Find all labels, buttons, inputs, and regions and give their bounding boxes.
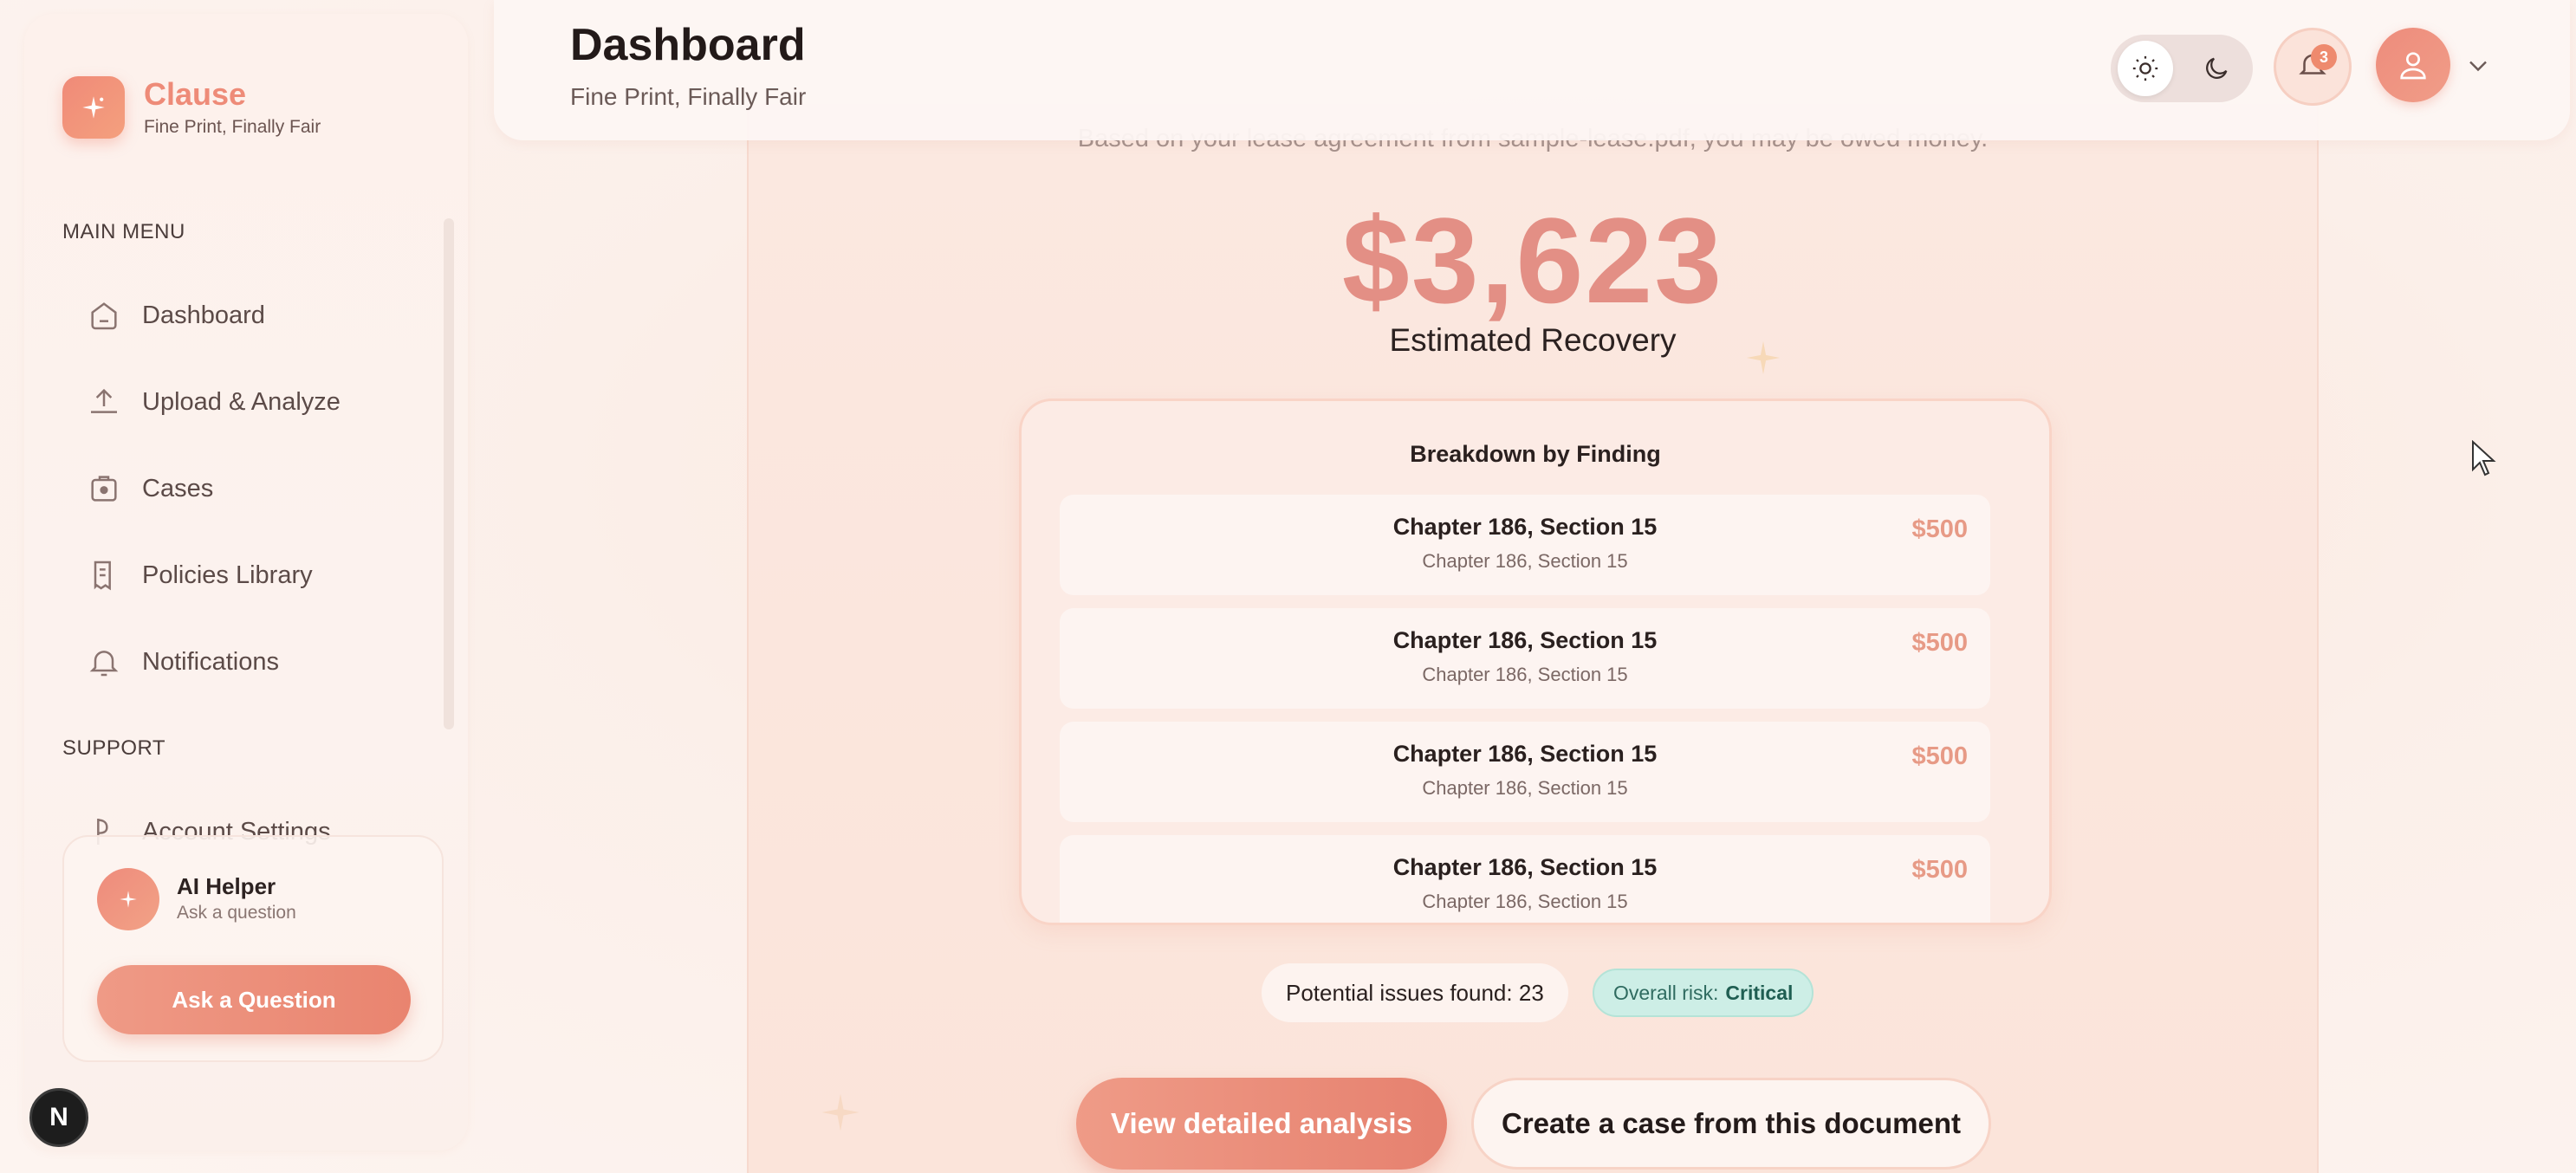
finding-subtitle: Chapter 186, Section 15: [1422, 550, 1628, 572]
issues-found-count: 23: [1518, 979, 1544, 1006]
notification-count-badge: 3: [2311, 44, 2337, 70]
finding-amount: $500: [1911, 515, 1968, 543]
sidebar-item-label: Dashboard: [142, 301, 265, 329]
risk-value: Critical: [1725, 981, 1794, 1004]
main-menu-label: MAIN MENU: [62, 220, 185, 243]
page-title: Dashboard: [570, 20, 806, 70]
create-case-button[interactable]: Create a case from this document: [1471, 1078, 1991, 1170]
sparkle-decoration-icon: [1743, 338, 1783, 382]
document-icon: [85, 556, 123, 594]
finding-row[interactable]: Chapter 186, Section 15 Chapter 186, Sec…: [1060, 608, 1990, 709]
ai-helper-title: AI Helper: [177, 873, 276, 899]
finding-title: Chapter 186, Section 15: [1392, 854, 1658, 880]
sidebar-scrollbar[interactable]: [444, 218, 454, 729]
finding-amount: $500: [1911, 629, 1968, 657]
sidebar-item-notifications[interactable]: Notifications: [85, 636, 279, 688]
finding-subtitle: Chapter 186, Section 15: [1422, 891, 1628, 912]
moon-icon[interactable]: [2189, 41, 2244, 96]
finding-row[interactable]: Chapter 186, Section 15 Chapter 186, Sec…: [1060, 835, 1990, 923]
risk-badge: Overall risk: Critical: [1593, 969, 1814, 1017]
breakdown-title: Breakdown by Finding: [1410, 441, 1661, 467]
sidebar-item-label: Upload & Analyze: [142, 387, 341, 416]
user-avatar-button[interactable]: [2376, 28, 2450, 102]
finding-subtitle: Chapter 186, Section 15: [1422, 777, 1628, 799]
breakdown-panel[interactable]: Breakdown by Finding Chapter 186, Sectio…: [1019, 399, 2052, 925]
mouse-cursor-icon: [2471, 439, 2499, 483]
finding-title: Chapter 186, Section 15: [1392, 627, 1658, 653]
sidebar: Clause Fine Print, Finally Fair MAIN MEN…: [24, 14, 468, 1150]
finding-subtitle: Chapter 186, Section 15: [1422, 664, 1628, 685]
issues-found-label: Potential issues found:: [1286, 979, 1513, 1006]
sidebar-item-policies[interactable]: Policies Library: [85, 549, 313, 601]
finding-row[interactable]: Chapter 186, Section 15 Chapter 186, Sec…: [1060, 722, 1990, 822]
home-icon: [85, 296, 123, 334]
issues-found-pill: Potential issues found: 23: [1262, 963, 1568, 1022]
finding-row[interactable]: Chapter 186, Section 15 Chapter 186, Sec…: [1060, 495, 1990, 595]
upload-icon: [85, 383, 123, 421]
theme-toggle[interactable]: [2111, 35, 2253, 102]
ai-helper-card: AI Helper Ask a question Ask a Question: [62, 835, 444, 1062]
chevron-down-icon[interactable]: [2462, 50, 2494, 81]
notifications-button[interactable]: 3: [2274, 28, 2352, 106]
ask-question-button[interactable]: Ask a Question: [97, 965, 411, 1034]
brand[interactable]: Clause Fine Print, Finally Fair: [62, 76, 321, 139]
sidebar-item-label: Policies Library: [142, 561, 313, 589]
cases-icon: [85, 470, 123, 508]
brand-tagline: Fine Print, Finally Fair: [144, 117, 321, 137]
finding-title: Chapter 186, Section 15: [1392, 514, 1658, 540]
recovery-card: Based on your lease agreement from sampl…: [747, 104, 2319, 1173]
sidebar-item-label: Cases: [142, 474, 214, 502]
finding-amount: $500: [1911, 742, 1968, 770]
sparkle-logo-icon: [62, 76, 125, 139]
sparkle-decoration-icon: [818, 1090, 863, 1139]
dev-tools-badge[interactable]: N: [29, 1088, 88, 1147]
sidebar-item-cases[interactable]: Cases: [85, 463, 213, 515]
brand-name: Clause: [144, 76, 247, 112]
risk-label: Overall risk:: [1613, 981, 1719, 1004]
sidebar-item-dashboard[interactable]: Dashboard: [85, 289, 265, 341]
sparkle-icon: [97, 868, 159, 930]
sidebar-item-upload[interactable]: Upload & Analyze: [85, 376, 341, 428]
page-subtitle: Fine Print, Finally Fair: [570, 83, 807, 110]
finding-amount: $500: [1911, 856, 1968, 884]
finding-title: Chapter 186, Section 15: [1392, 741, 1658, 767]
estimated-recovery-label: Estimated Recovery: [1389, 322, 1677, 358]
ai-helper-subtitle: Ask a question: [177, 903, 296, 923]
support-label: SUPPORT: [62, 736, 166, 760]
top-header: Dashboard Fine Print, Finally Fair 3: [494, 0, 2570, 140]
bell-icon: [85, 643, 123, 681]
estimated-amount: $3,623: [1341, 192, 1724, 328]
view-analysis-button[interactable]: View detailed analysis: [1076, 1078, 1447, 1170]
sun-icon[interactable]: [2118, 41, 2173, 96]
sidebar-item-label: Notifications: [142, 647, 279, 676]
